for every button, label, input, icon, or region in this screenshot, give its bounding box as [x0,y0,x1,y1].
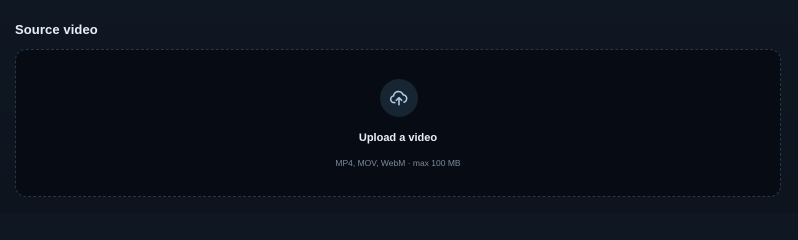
section-title: Source video [15,22,98,37]
upload-title: Upload a video [358,132,438,144]
cloud-upload-icon [389,90,408,106]
upload-format-hint: MP4, MOV, WebM · max 100 MB [335,158,461,168]
upload-icon-badge [380,79,418,117]
video-upload-dropzone[interactable]: Upload a video MP4, MOV, WebM · max 100 … [15,49,781,197]
